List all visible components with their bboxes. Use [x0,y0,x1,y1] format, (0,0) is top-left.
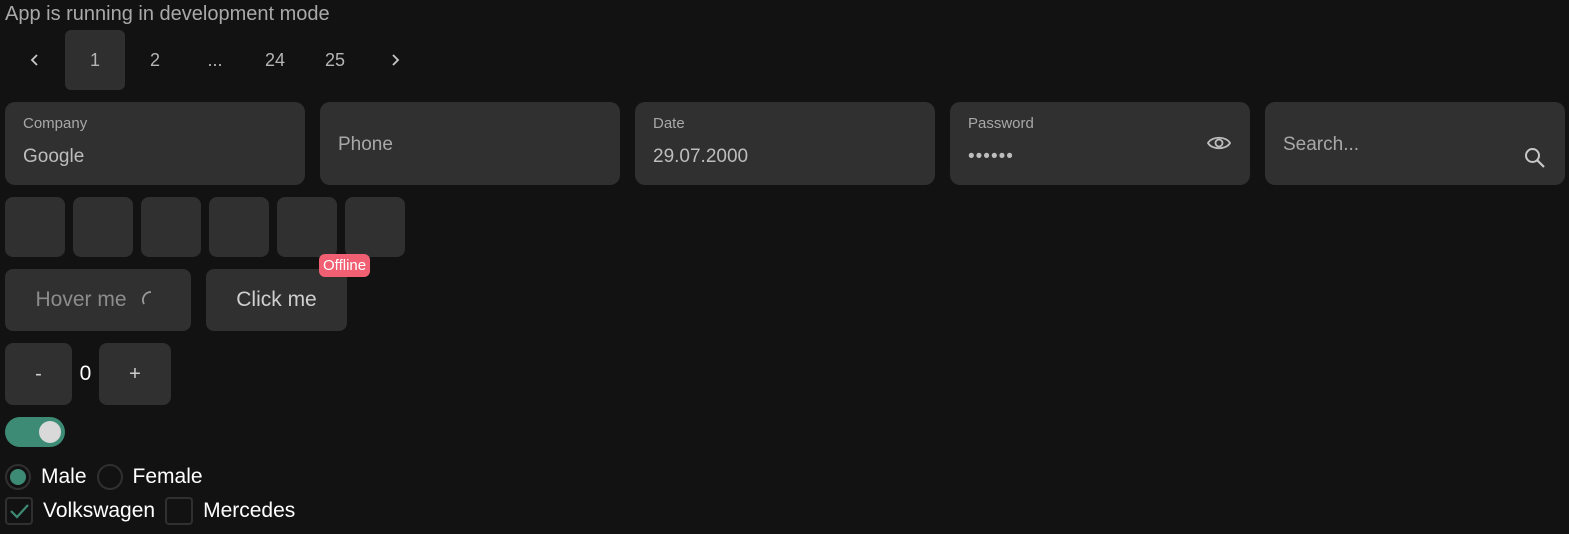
radio-male[interactable] [5,464,31,490]
pagination: 1 2 ... 24 25 [5,30,425,90]
password-value: •••••• [968,146,1014,167]
checkbox-mercedes-label: Mercedes [203,499,296,522]
radio-female[interactable] [96,464,123,490]
password-label: Password [968,115,1034,132]
code-cell[interactable] [5,197,65,257]
phone-field[interactable]: Phone [320,102,620,185]
code-cell[interactable] [277,197,337,257]
decrement-button[interactable]: - [5,343,72,405]
eye-icon[interactable] [1206,132,1232,154]
search-icon[interactable] [1523,146,1547,170]
app-root: App is running in development mode 1 2 .… [0,0,1569,534]
checkbox-volkswagen-label: Volkswagen [43,499,156,522]
date-value: 29.07.2000 [653,146,749,167]
cars-checkbox-group: Volkswagen Mercedes [5,496,305,526]
date-label: Date [653,115,685,132]
spinner-icon [141,291,151,305]
search-placeholder: Search... [1283,134,1360,155]
date-field[interactable]: Date 29.07.2000 [635,102,935,185]
code-cell[interactable] [345,197,405,257]
prev-page-button[interactable] [5,30,65,90]
hover-me-label: Hover me [35,288,127,311]
search-field[interactable]: Search... [1265,102,1565,185]
page-button-25[interactable]: 25 [305,30,365,90]
page-button-2[interactable]: 2 [125,30,185,90]
radio-male-label: Male [41,465,87,488]
click-me-button[interactable]: Click me [206,269,347,331]
offline-badge: Offline [319,254,371,277]
chevron-left-icon [30,54,38,66]
page-button-1[interactable]: 1 [65,30,125,90]
code-input [5,197,405,257]
checkmark-icon [10,504,29,519]
increment-button[interactable]: + [99,343,171,405]
next-page-button[interactable] [365,30,425,90]
inputs-row: Company Google Phone Date 29.07.2000 Pas… [5,102,1565,185]
checkbox-volkswagen[interactable] [5,497,33,525]
radio-selected-dot [10,469,26,485]
gender-radio-group: Male Female [5,462,213,492]
click-me-label: Click me [236,288,317,311]
hover-me-button[interactable]: Hover me [5,269,191,331]
page-ellipsis: ... [207,49,223,70]
stepper-value: 0 [79,362,92,385]
checkbox-mercedes[interactable] [165,497,194,525]
dev-mode-banner: App is running in development mode [5,3,330,25]
toggle-knob [39,421,61,443]
code-cell[interactable] [141,197,201,257]
company-value: Google [23,146,85,167]
code-cell[interactable] [73,197,133,257]
radio-female-label: Female [132,465,203,488]
chevron-right-icon [392,54,400,66]
company-label: Company [23,115,88,132]
toggle-switch[interactable] [5,417,65,447]
phone-placeholder: Phone [338,134,393,155]
page-button-24[interactable]: 24 [245,30,305,90]
code-cell[interactable] [209,197,269,257]
password-field[interactable]: Password •••••• [950,102,1250,185]
company-field[interactable]: Company Google [5,102,305,185]
